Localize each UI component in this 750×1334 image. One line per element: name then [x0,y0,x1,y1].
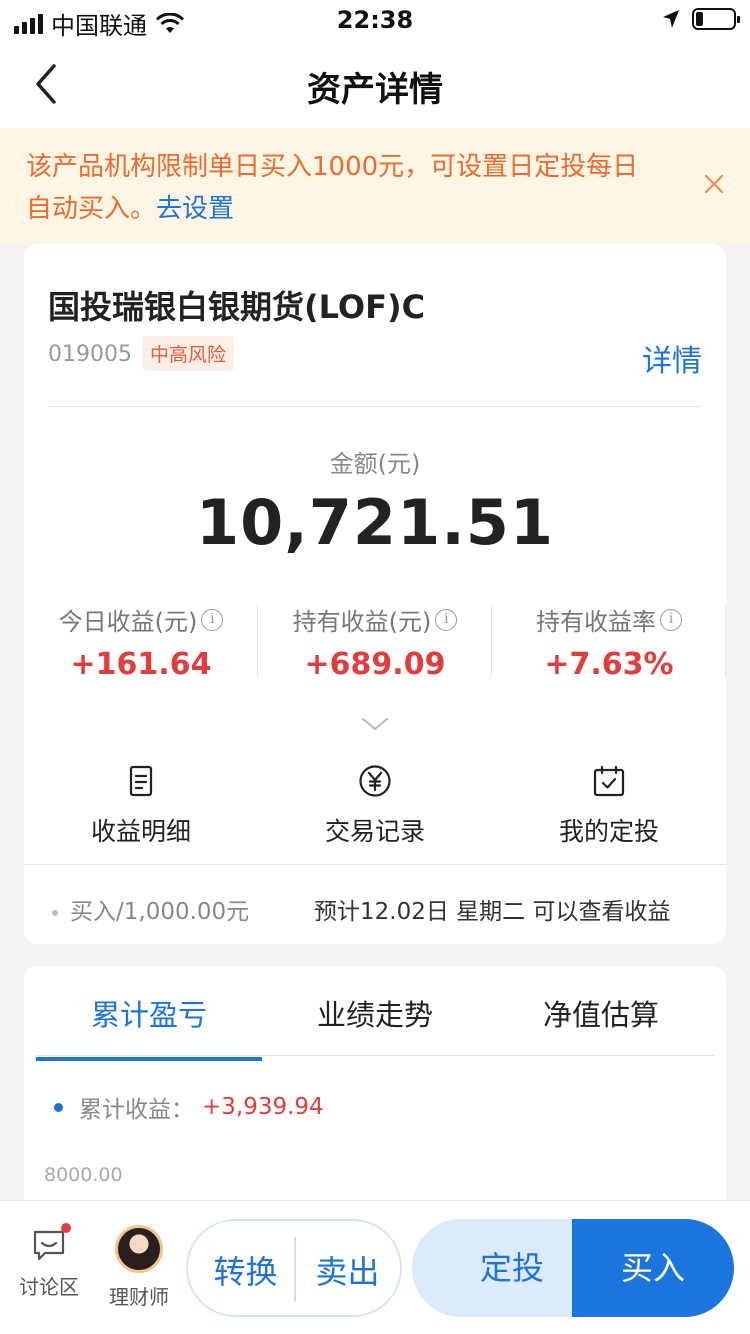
notice-settings-link[interactable]: 去设置 [156,194,234,224]
tab-nav-estimate[interactable]: 净值估算 [488,992,714,1034]
advisor-label: 理财师 [109,1285,169,1309]
convert-sell-group: 转换 卖出 [186,1219,402,1317]
pending-buy-row[interactable]: 买入/1,000.00元 预计12.02日 星期二 可以查看收益 [24,864,726,944]
risk-badge: 中高风险 [142,336,235,371]
page-title: 资产详情 [307,70,443,110]
cumulative-profit-row: 累计收益： +3,939.94 [54,1090,324,1124]
sell-button[interactable]: 卖出 [294,1247,401,1293]
yuan-circle-icon [359,765,391,797]
quick-actions: 收益明细 交易记录 我的定投 [24,764,726,846]
stat-today-profit: 今日收益(元) i +161.64 [24,602,258,682]
notification-dot [61,1223,71,1233]
divider [48,406,702,407]
notice-text: 该产品机构限制单日买入1000元，可设置日定投每日自动买入。 [26,152,639,224]
my-auto-invest-button[interactable]: 我的定投 [492,764,726,848]
fund-code: 019005 [48,342,132,367]
stat-holding-rate: 持有收益率 i +7.63% [492,602,726,682]
pending-buy-eta: 预计12.02日 星期二 可以查看收益 [314,899,671,925]
stat-holding-profit: 持有收益(元) i +689.09 [258,602,492,682]
info-icon[interactable]: i [435,608,458,631]
trade-record-button[interactable]: 交易记录 [258,764,492,848]
advisor-avatar [115,1225,163,1273]
chat-bubble-icon [33,1230,65,1261]
clock: 22:38 [336,6,414,34]
nav-bar: 资产详情 [0,40,750,128]
calendar-check-icon [593,765,625,797]
tab-cumulative-profit[interactable]: 累计盈亏 [36,992,262,1061]
stat-value: +689.09 [304,647,446,682]
tab-performance-trend[interactable]: 业绩走势 [262,992,488,1034]
limit-notice-banner: 该产品机构限制单日买入1000元，可设置日定投每日自动买入。去设置 [0,128,750,244]
fund-name: 国投瑞银白银期货(LOF)C [48,288,426,326]
location-arrow-icon [663,10,679,28]
status-right [662,8,740,30]
convert-button[interactable]: 转换 [192,1247,299,1293]
asset-card: 国投瑞银白银期货(LOF)C 019005 中高风险 详情 金额(元) 10,7… [24,244,726,944]
cumulative-value: +3,939.94 [202,1094,324,1120]
active-tab-indicator [36,1057,262,1061]
series-dot [54,1102,63,1112]
discussion-label: 讨论区 [19,1275,79,1299]
divider [725,604,726,678]
bottom-action-bar: 讨论区 理财师 转换 卖出 定投 买入 [0,1200,750,1334]
y-axis-tick: 8000.00 [44,1164,123,1186]
status-bar: 中国联通 22:38 [0,0,750,40]
action-label: 交易记录 [324,817,425,846]
stat-label: 持有收益率 [536,608,656,636]
action-label: 我的定投 [558,817,659,846]
action-label: 收益明细 [90,817,191,846]
pending-buy-amount: 买入/1,000.00元 [52,892,249,926]
close-icon[interactable] [704,174,724,194]
amount-value: 10,721.51 [195,486,555,559]
stats-row: 今日收益(元) i +161.64 持有收益(元) i +689.09 持有收益… [24,602,726,682]
profit-chart-card: 累计盈亏 业绩走势 净值估算 累计收益： +3,939.94 8000.00 [24,966,726,1226]
cumulative-label: 累计收益： [79,1097,194,1123]
stat-label: 持有收益(元) [292,608,432,636]
chart-tabs: 累计盈亏 业绩走势 净值估算 [36,966,714,1061]
document-icon [129,765,153,797]
stat-value: +161.64 [70,647,212,682]
chevron-down-icon[interactable] [361,716,389,732]
discussion-button[interactable]: 讨论区 [18,1223,80,1300]
fund-detail-link[interactable]: 详情 [642,336,702,380]
info-icon[interactable]: i [660,608,682,631]
battery-icon [692,8,740,30]
info-icon[interactable]: i [201,608,224,631]
advisor-button[interactable]: 理财师 [106,1225,172,1310]
stat-label: 今日收益(元) [58,608,198,636]
stat-value: +7.63% [544,647,674,682]
bullet-dot [52,909,58,916]
income-detail-button[interactable]: 收益明细 [24,764,258,848]
amount-label: 金额(元) [329,450,421,478]
buy-button[interactable]: 买入 [572,1219,734,1317]
